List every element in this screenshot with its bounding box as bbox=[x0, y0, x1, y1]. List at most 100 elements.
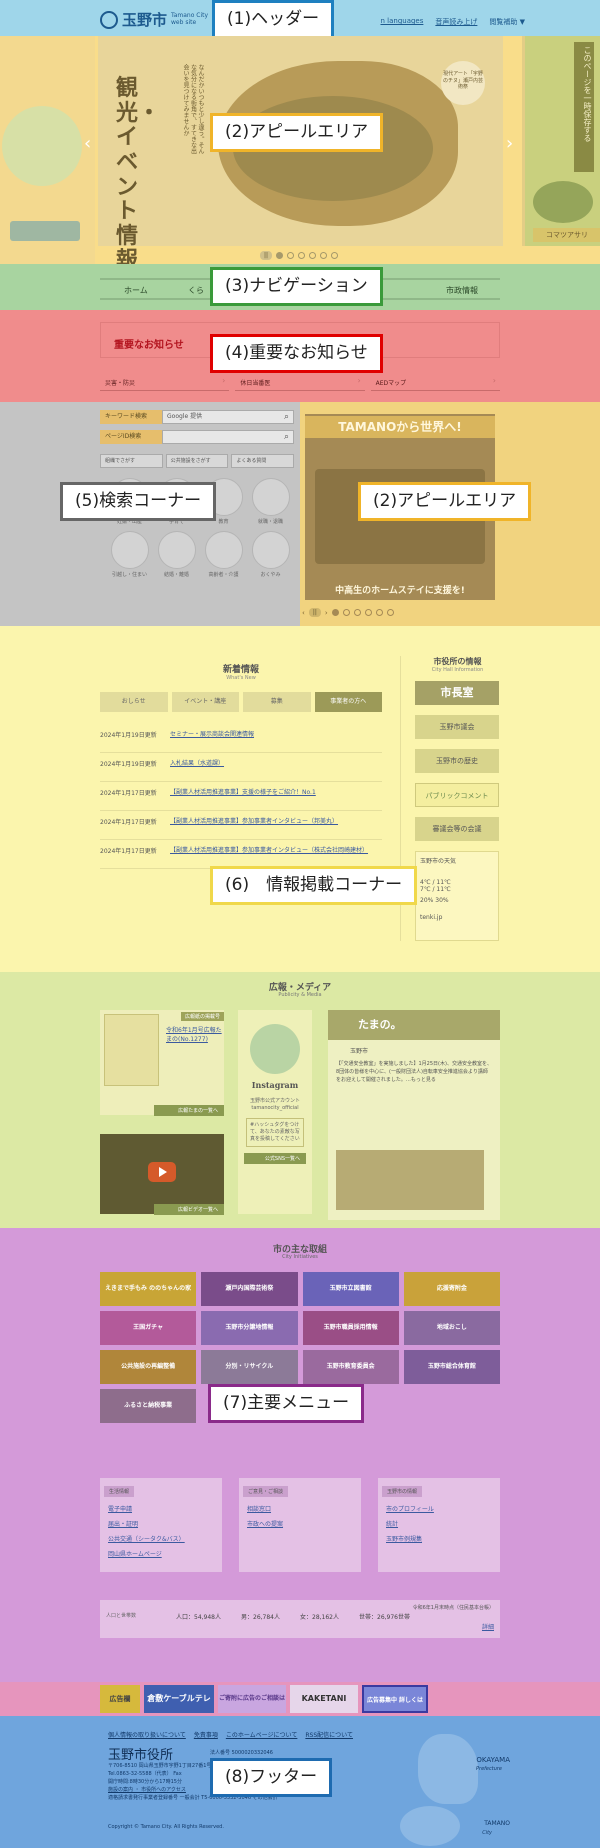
weather-widget[interactable]: 玉野市の天気 4℃ / 11℃ 7℃ / 11℃ 20% 30% tenki.j… bbox=[415, 851, 499, 941]
slide-dot[interactable] bbox=[298, 252, 306, 259]
panel-link[interactable]: 電子申請 bbox=[100, 1501, 222, 1516]
play-icon[interactable] bbox=[148, 1162, 176, 1182]
panel-link[interactable]: 届出・証明 bbox=[100, 1516, 222, 1531]
search-by-department-button[interactable]: 組織でさがす bbox=[100, 454, 163, 468]
life-event-employment[interactable]: 就職・退職 bbox=[247, 478, 294, 525]
disclaimer-link[interactable]: 免責事項 bbox=[194, 1730, 218, 1739]
nav-item-home[interactable]: ホーム bbox=[124, 285, 148, 296]
about-site-link[interactable]: このホームページについて bbox=[226, 1730, 298, 1739]
frog-illustration bbox=[533, 181, 593, 223]
facebook-post-text: 【「交通安全教室」を実施しました】1月25日(木)、交通安全教室を、8団体の皆様… bbox=[336, 1061, 492, 1083]
nav-item-kurashi[interactable]: くら bbox=[188, 285, 204, 296]
ad-banner-kaketani[interactable]: KAKETANI bbox=[290, 1685, 358, 1713]
slide-dot[interactable] bbox=[320, 252, 328, 259]
public-comment-banner[interactable]: パブリックコメント bbox=[415, 783, 499, 807]
initiative-banner[interactable]: 玉野市分譲地情報 bbox=[201, 1311, 298, 1345]
slide-dot[interactable] bbox=[287, 252, 295, 259]
promo-video[interactable] bbox=[100, 1134, 224, 1214]
panel-link[interactable]: 公共交通（シータク&バス） bbox=[100, 1531, 222, 1546]
ad-banner-recruit[interactable]: 広告募集中 詳しくはこちら bbox=[362, 1685, 428, 1713]
initiative-banner[interactable]: えきまで手もみ ののちゃんの家 bbox=[100, 1272, 197, 1306]
ad-banner-kct[interactable]: 倉敷ケーブルテレビ KCT bbox=[144, 1685, 214, 1713]
nav-item-city-info[interactable]: 市政情報 bbox=[446, 285, 478, 296]
video-list-button[interactable]: 広報ビデオ一覧へ bbox=[154, 1204, 224, 1215]
initiative-banner[interactable]: 玉野市立図書館 bbox=[302, 1272, 399, 1306]
initiative-banner[interactable]: 分別・リサイクル bbox=[201, 1350, 298, 1384]
slide-dot[interactable] bbox=[353, 609, 361, 616]
initiative-banner[interactable]: 応援寄附金 bbox=[403, 1272, 500, 1306]
facebook-embed[interactable]: たまの。 玉野市 【「交通安全教室」を実施しました】1月25日(木)、交通安全教… bbox=[328, 1010, 500, 1220]
slide-dot[interactable] bbox=[276, 252, 284, 259]
council-meetings-banner[interactable]: 審議会等の会議 bbox=[415, 817, 499, 841]
panel-link[interactable]: 相談窓口 bbox=[239, 1501, 361, 1516]
newsletter-list-button[interactable]: 広報たまの一覧へ bbox=[154, 1105, 224, 1116]
slide-dot[interactable] bbox=[342, 609, 350, 616]
important-link-aed-map[interactable]: AEDマップ bbox=[370, 373, 500, 391]
ad-banner-donation[interactable]: ご寄附に広告のご相談は bbox=[218, 1685, 286, 1713]
initiative-banner[interactable]: 瀬戸内国際芸術祭 bbox=[201, 1272, 298, 1306]
rss-link[interactable]: RSS配信について bbox=[305, 1730, 353, 1739]
initiative-banner[interactable]: 王国ガチャ bbox=[100, 1311, 197, 1345]
faq-button[interactable]: よくある質問 bbox=[231, 454, 295, 468]
initiative-banner[interactable]: ふるさと納税事業 bbox=[100, 1389, 197, 1423]
read-aloud-link[interactable]: 音声読み上げ bbox=[435, 17, 477, 27]
panel-link[interactable]: 玉野市例規集 bbox=[378, 1531, 500, 1546]
important-link-disaster[interactable]: 災害・防災 bbox=[100, 373, 230, 391]
slide-dot[interactable] bbox=[364, 609, 372, 616]
copyright: Copyright © Tamano City. All Rights Rese… bbox=[108, 1824, 224, 1830]
life-event-bereavement[interactable]: おくやみ bbox=[247, 531, 294, 578]
population-male: 男：26,784人 bbox=[241, 1614, 280, 1621]
life-event-moving[interactable]: 引越し・住まい bbox=[106, 531, 153, 578]
site-logo[interactable]: 玉野市 Tamano City web site bbox=[100, 9, 208, 30]
appeal2-next-arrow[interactable]: › bbox=[325, 609, 328, 617]
tab-recruitment[interactable]: 募集 bbox=[243, 692, 311, 712]
slide-dot[interactable] bbox=[309, 252, 317, 259]
life-event-marriage[interactable]: 結婚・離婚 bbox=[153, 531, 200, 578]
city-council-banner[interactable]: 玉野市議会 bbox=[415, 715, 499, 739]
panel-link[interactable]: 統計 bbox=[378, 1516, 500, 1531]
slide-pause-button[interactable]: || bbox=[260, 251, 273, 260]
instagram-account[interactable]: 玉野市公式アカウント tamanocity_official bbox=[238, 1098, 312, 1112]
initiative-banner[interactable]: 公共施設の再編整備 bbox=[100, 1350, 197, 1384]
life-event-elderly-care[interactable]: 高齢者・介護 bbox=[200, 531, 247, 578]
slide-prev-arrow[interactable]: ‹ bbox=[84, 133, 91, 154]
bookmark-page-button[interactable]: このページを一時保存する bbox=[574, 42, 594, 172]
media-section: 広報・メディア Publicity & Media 広報紙の掲載号 令和6年1月… bbox=[0, 972, 600, 1228]
city-history-banner[interactable]: 玉野市の歴史 bbox=[415, 749, 499, 773]
accessibility-menu[interactable]: 閲覧補助 ▼ bbox=[489, 17, 525, 27]
tab-events[interactable]: イベント・講座 bbox=[171, 692, 239, 712]
languages-link[interactable]: n languages bbox=[380, 17, 423, 27]
slide-dot[interactable] bbox=[375, 609, 383, 616]
important-link-holiday-doctor[interactable]: 休日当番医 bbox=[235, 373, 365, 391]
keyword-search-input[interactable]: Google 提供 bbox=[162, 410, 294, 424]
privacy-link[interactable]: 個人情報の取り扱いについて bbox=[108, 1730, 186, 1739]
mayor-office-banner[interactable]: 市長室 bbox=[415, 681, 499, 705]
population-detail-link[interactable]: 詳細 bbox=[482, 1622, 494, 1631]
newsletter-card[interactable]: 広報紙の掲載号 令和6年1月号広報たまの(No.1277) bbox=[100, 1010, 224, 1115]
slide-tag: 現代アート「宇野のチヌ」瀬戸内芸術祭 bbox=[441, 61, 485, 105]
slide-next-arrow[interactable]: › bbox=[506, 133, 513, 154]
initiative-banner[interactable]: 玉野市教育委員会 bbox=[302, 1350, 399, 1384]
newsletter-link[interactable]: 令和6年1月号広報たまの(No.1277) bbox=[166, 1026, 222, 1044]
tab-notices[interactable]: おしらせ bbox=[100, 692, 168, 712]
zone-label-menu: (7)主要メニュー bbox=[208, 1384, 365, 1423]
initiative-banner[interactable]: 玉野市総合体育館 bbox=[403, 1350, 500, 1384]
appeal2-pause-button[interactable]: || bbox=[308, 608, 321, 617]
main-menu: 市の主な取組 City Initiatives えきまで手もみ ののちゃんの家 … bbox=[0, 1228, 600, 1682]
slide-dot[interactable] bbox=[331, 609, 339, 616]
initiative-banner[interactable]: 地域おこし bbox=[403, 1311, 500, 1345]
ad-banners: 広告欄 倉敷ケーブルテレビ KCT ご寄附に広告のご相談は KAKETANI 広… bbox=[0, 1682, 600, 1716]
slide-dot[interactable] bbox=[331, 252, 339, 259]
panel-link[interactable]: 岡山県ホームページ bbox=[100, 1546, 222, 1561]
slide-dot[interactable] bbox=[386, 609, 394, 616]
sns-list-button[interactable]: 公式SNS一覧へ bbox=[244, 1153, 306, 1164]
facebook-page-name[interactable]: 玉野市 bbox=[328, 1040, 500, 1055]
panel-link[interactable]: 市政への提案 bbox=[239, 1516, 361, 1531]
panel-link[interactable]: 市のプロフィール bbox=[378, 1501, 500, 1516]
page-id-search-input[interactable] bbox=[162, 430, 294, 444]
tab-businesses[interactable]: 事業者の方へ bbox=[314, 692, 382, 712]
appeal2-prev-arrow[interactable]: ‹ bbox=[302, 609, 305, 617]
initiatives-heading-sub: City Initiatives bbox=[282, 1254, 318, 1260]
initiative-banner[interactable]: 玉野市職員採用情報 bbox=[302, 1311, 399, 1345]
search-facilities-button[interactable]: 公共施設をさがす bbox=[165, 454, 229, 468]
